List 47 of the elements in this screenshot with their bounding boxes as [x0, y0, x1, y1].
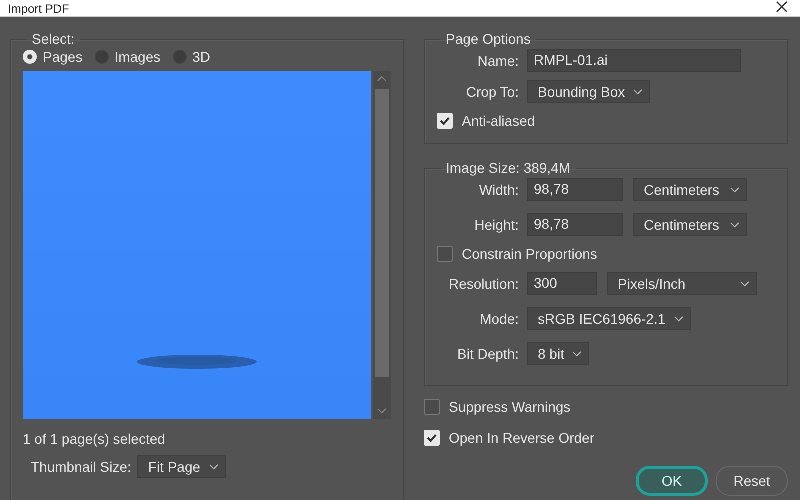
name-field[interactable]: RMPL-01.ai — [527, 49, 741, 72]
input-field[interactable]: 98,78 — [527, 178, 623, 201]
option-checkbox[interactable]: Open In Reverse Order — [424, 427, 788, 448]
radio-option[interactable]: Pages — [23, 49, 83, 65]
scroll-up-icon[interactable] — [377, 75, 387, 83]
unit-dropdown[interactable]: Centimeters — [633, 213, 747, 236]
window-title: Import PDF — [8, 2, 70, 16]
field-label: Bit Depth: — [456, 346, 519, 362]
bit-depth-dropdown[interactable]: 8 bit — [527, 342, 590, 365]
constrain-proportions-checkbox[interactable]: Constrain Proportions — [437, 246, 775, 262]
field-label: Height: — [474, 216, 519, 232]
close-icon[interactable] — [776, 1, 788, 13]
group-title: Select: — [31, 31, 76, 47]
unit-dropdown[interactable]: Pixels/Inch — [607, 272, 757, 295]
group-title: Image Size: 389,4M — [445, 160, 572, 176]
caret-icon — [740, 280, 750, 286]
field-label: Thumbnail Size: — [31, 458, 132, 474]
field-label: Name: — [476, 52, 519, 68]
checkmark-icon — [426, 432, 438, 444]
field-label: Resolution: — [448, 276, 519, 292]
scrollbar[interactable] — [373, 71, 391, 419]
selection-status: 1 of 1 page(s) selected — [23, 431, 166, 447]
field-label: Crop To: — [465, 84, 519, 100]
caret-icon — [572, 350, 582, 356]
crop-to-dropdown[interactable]: Bounding Box — [527, 80, 650, 103]
group-title: Page Options — [445, 31, 532, 47]
checkmark-icon — [439, 115, 451, 127]
thumbnail-size-dropdown[interactable]: Fit Page — [137, 455, 226, 478]
field-label: Width: — [478, 182, 519, 198]
caret-icon — [674, 316, 684, 322]
radio-option[interactable]: 3D — [172, 49, 211, 65]
dialog-button[interactable]: OK — [636, 466, 708, 496]
input-field[interactable]: 98,78 — [527, 213, 623, 236]
dialog-button[interactable]: Reset — [716, 466, 788, 496]
field-label: Mode: — [479, 310, 519, 326]
anti-aliased-checkbox[interactable]: Anti-aliased — [437, 113, 775, 129]
mode-dropdown[interactable]: sRGB IEC61966-2.1 — [527, 307, 691, 330]
scroll-down-icon[interactable] — [377, 407, 387, 415]
caret-icon — [633, 88, 644, 94]
caret-icon — [730, 222, 740, 228]
radio-option[interactable]: Images — [94, 49, 161, 65]
caret-icon — [730, 186, 740, 192]
scroll-thumb[interactable] — [375, 89, 389, 377]
caret-icon — [208, 464, 219, 470]
resolution-field[interactable]: 300 — [527, 272, 597, 295]
option-checkbox[interactable]: Suppress Warnings — [424, 396, 788, 417]
unit-dropdown[interactable]: Centimeters — [633, 178, 747, 201]
